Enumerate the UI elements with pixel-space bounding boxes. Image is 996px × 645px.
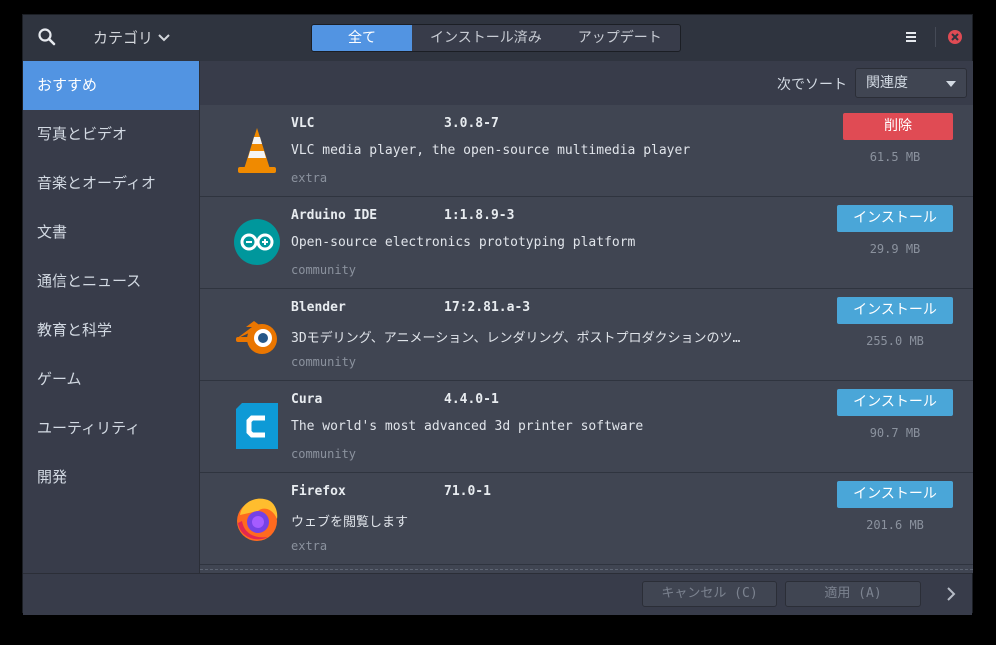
app-description: The world's most advanced 3d printer sof… <box>291 419 644 434</box>
blender-icon <box>236 321 277 354</box>
app-name: VLC <box>291 116 315 131</box>
sort-bar: 次でソート 関連度 <box>200 61 973 105</box>
header-bar: カテゴリ 全て インストール済み アップデート <box>23 15 972 61</box>
action-footer: キャンセル (C) 適用 (A) <box>23 573 972 615</box>
install-button[interactable]: インストール <box>837 297 953 324</box>
main-content: 次でソート 関連度 VLC 3.0.8-7 VLC media player, … <box>200 61 973 573</box>
app-size: 255.0 MB <box>866 334 924 348</box>
app-name: Blender <box>291 300 346 315</box>
app-row[interactable]: VLC 3.0.8-7 VLC media player, the open-s… <box>200 105 973 197</box>
app-size: 90.7 MB <box>869 426 921 440</box>
app-repo: extra <box>291 171 328 185</box>
chevron-right-icon[interactable] <box>944 585 958 603</box>
cura-icon <box>236 403 278 449</box>
tab-installed[interactable]: インストール済み <box>412 25 560 51</box>
app-row[interactable]: Firefox 71.0-1 ウェブを閲覧します extra インストール 20… <box>200 473 973 565</box>
install-button[interactable]: インストール <box>837 481 953 508</box>
app-size: 29.9 MB <box>869 242 921 256</box>
tab-all[interactable]: 全て <box>312 25 412 51</box>
category-sidebar: おすすめ 写真とビデオ 音楽とオーディオ 文書 通信とニュース 教育と科学 ゲー… <box>23 61 200 573</box>
app-name: Firefox <box>291 484 346 499</box>
app-repo: community <box>291 263 357 277</box>
app-row[interactable]: Cura 4.4.0-1 The world's most advanced 3… <box>200 381 973 473</box>
dropdown-caret-icon <box>946 81 956 87</box>
app-list[interactable]: VLC 3.0.8-7 VLC media player, the open-s… <box>200 105 973 573</box>
close-icon[interactable] <box>946 28 964 46</box>
app-row[interactable]: Arduino IDE 1:1.8.9-3 Open-source electr… <box>200 197 973 289</box>
app-name: Cura <box>291 392 323 407</box>
tab-updates[interactable]: アップデート <box>560 25 680 51</box>
sort-label: 次でソート <box>777 77 847 93</box>
sidebar-item-documents[interactable]: 文書 <box>23 208 199 257</box>
header-separator <box>935 27 936 47</box>
sidebar-item-communication-news[interactable]: 通信とニュース <box>23 257 199 306</box>
app-version: 3.0.8-7 <box>444 116 499 131</box>
app-row[interactable]: Blender 17:2.81.a-3 3Dモデリング、アニメーション、レンダリ… <box>200 289 973 381</box>
search-icon[interactable] <box>37 27 57 47</box>
app-description: Open-source electronics prototyping plat… <box>291 235 636 250</box>
app-size: 201.6 MB <box>866 518 924 532</box>
firefox-icon <box>237 498 278 541</box>
app-size: 61.5 MB <box>869 150 921 164</box>
app-name: Arduino IDE <box>291 208 378 223</box>
app-version: 17:2.81.a-3 <box>444 300 531 315</box>
view-tabs: 全て インストール済み アップデート <box>311 24 681 52</box>
app-description: VLC media player, the open-source multim… <box>291 143 691 158</box>
app-repo: extra <box>291 539 328 553</box>
category-dropdown[interactable]: カテゴリ <box>93 27 171 48</box>
app-version: 4.4.0-1 <box>444 392 499 407</box>
sidebar-item-development[interactable]: 開発 <box>23 453 199 502</box>
app-description: ウェブを閲覧します <box>291 515 409 530</box>
sort-value: 関連度 <box>866 75 908 91</box>
sort-dropdown[interactable]: 関連度 <box>855 68 967 98</box>
sidebar-item-music-audio[interactable]: 音楽とオーディオ <box>23 159 199 208</box>
app-version: 1:1.8.9-3 <box>444 208 515 223</box>
hamburger-menu-icon[interactable] <box>903 29 919 45</box>
app-description: 3Dモデリング、アニメーション、レンダリング、ポストプロダクションのツ… <box>291 331 741 346</box>
software-manager-window: カテゴリ 全て インストール済み アップデート おすすめ 写真とビデオ 音楽とオ… <box>22 14 973 615</box>
app-repo: community <box>291 447 357 461</box>
sidebar-item-photo-video[interactable]: 写真とビデオ <box>23 110 199 159</box>
sidebar-item-featured[interactable]: おすすめ <box>23 61 199 110</box>
app-version: 71.0-1 <box>444 484 491 499</box>
install-button[interactable]: インストール <box>837 389 953 416</box>
sidebar-item-utilities[interactable]: ユーティリティ <box>23 404 199 453</box>
apply-button[interactable]: 適用 (A) <box>785 581 921 607</box>
vlc-icon <box>238 128 276 173</box>
sidebar-item-education-science[interactable]: 教育と科学 <box>23 306 199 355</box>
cancel-button[interactable]: キャンセル (C) <box>642 581 777 607</box>
category-label: カテゴリ <box>93 29 154 47</box>
install-button[interactable]: インストール <box>837 205 953 232</box>
arduino-icon <box>234 219 280 265</box>
sidebar-item-games[interactable]: ゲーム <box>23 355 199 404</box>
chevron-down-icon <box>158 33 170 41</box>
app-repo: community <box>291 355 357 369</box>
remove-button[interactable]: 削除 <box>843 113 953 140</box>
